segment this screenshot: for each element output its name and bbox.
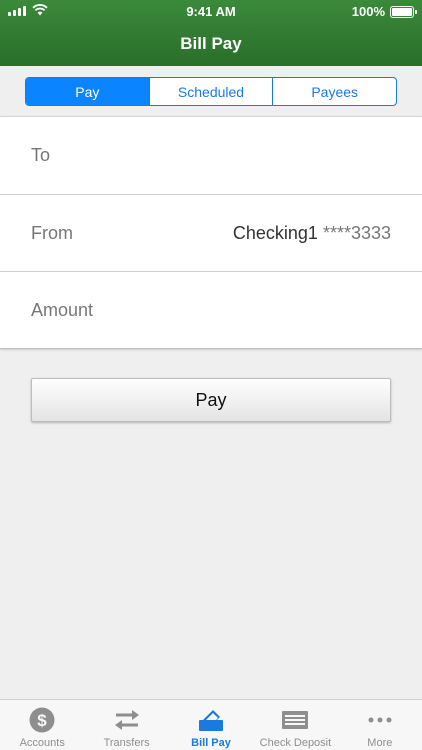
- from-row[interactable]: From Checking1 ****3333: [0, 194, 422, 271]
- tab-check-deposit-label: Check Deposit: [259, 737, 332, 749]
- segmented-control: Pay Scheduled Payees: [25, 77, 397, 106]
- from-label: From: [31, 222, 73, 243]
- amount-row[interactable]: Amount: [0, 271, 422, 348]
- battery-icon: [390, 5, 417, 18]
- amount-label: Amount: [31, 299, 94, 320]
- to-row[interactable]: To: [0, 117, 422, 194]
- tab-bill-pay[interactable]: Bill Pay: [169, 700, 253, 750]
- battery-percent: 100%: [351, 4, 385, 19]
- bill-pay-icon: [197, 707, 225, 733]
- tab-accounts-label: Accounts: [19, 737, 65, 749]
- dollar-circle-icon: $: [28, 707, 56, 733]
- segment-pay[interactable]: Pay: [26, 78, 149, 105]
- segment-payees[interactable]: Payees: [272, 78, 396, 105]
- from-account-name: Checking1: [232, 222, 318, 243]
- page-title: Bill Pay: [180, 34, 242, 53]
- battery-status: 100%: [351, 4, 417, 19]
- from-account-masked-number: ****3333: [322, 222, 391, 243]
- tab-transfers-label: Transfers: [103, 737, 150, 749]
- tab-check-deposit[interactable]: Check Deposit: [253, 700, 337, 750]
- tab-more[interactable]: More: [338, 700, 422, 750]
- pay-button[interactable]: Pay: [31, 378, 391, 422]
- tab-transfers[interactable]: Transfers: [84, 700, 168, 750]
- tab-bar: $ Accounts Transfers Bill Pay Check Depo…: [0, 699, 422, 750]
- more-dots-icon: [366, 707, 394, 733]
- status-bar: 9:41 AM 100%: [0, 0, 422, 22]
- to-label: To: [31, 145, 51, 165]
- tab-more-label: More: [367, 737, 393, 749]
- from-account-value: Checking1 ****3333: [233, 223, 391, 244]
- transfer-arrows-icon: [113, 707, 141, 733]
- svg-text:$: $: [37, 711, 47, 730]
- bill-pay-form: To From Checking1 ****3333 Amount: [0, 116, 422, 349]
- tab-bill-pay-label: Bill Pay: [191, 737, 231, 749]
- check-icon: [281, 707, 309, 733]
- app-header: 9:41 AM 100% Bill Pay: [0, 0, 422, 66]
- segment-scheduled[interactable]: Scheduled: [148, 78, 273, 105]
- tab-accounts[interactable]: $ Accounts: [0, 700, 84, 750]
